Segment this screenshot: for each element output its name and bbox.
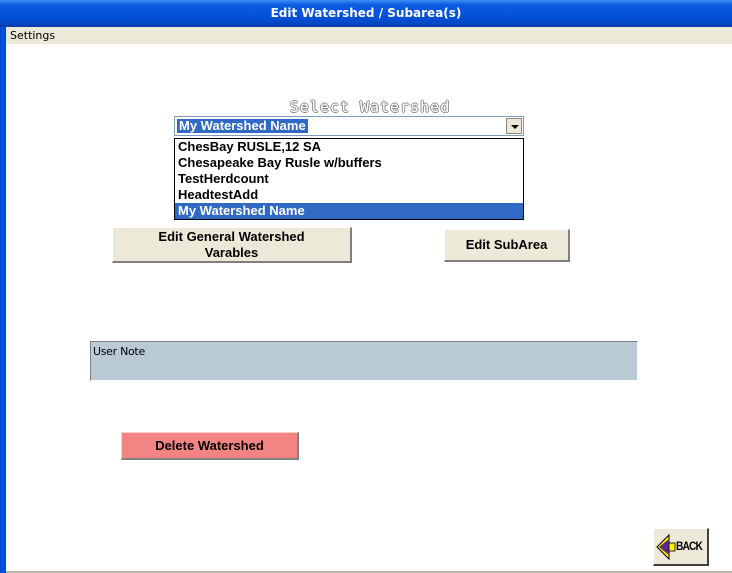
menu-item-settings[interactable]: Settings (10, 27, 55, 44)
dropdown-option[interactable]: Chesapeake Bay Rusle w/buffers (175, 155, 523, 171)
watershed-select-value[interactable]: My Watershed Name (177, 119, 308, 133)
window-left-border (0, 27, 6, 573)
back-button[interactable]: BACK (653, 528, 709, 566)
user-note-label: User Note (93, 345, 145, 358)
dropdown-option[interactable]: ChesBay RUSLE,12 SA (175, 139, 523, 155)
back-arrow-icon (656, 533, 676, 561)
edit-general-watershed-variables-button[interactable]: Edit General Watershed Varables (112, 227, 352, 263)
watershed-dropdown-list: ChesBay RUSLE,12 SA Chesapeake Bay Rusle… (174, 138, 524, 220)
dropdown-option[interactable]: TestHerdcount (175, 171, 523, 187)
dropdown-option-selected[interactable]: My Watershed Name (175, 203, 523, 219)
back-label: BACK (676, 539, 703, 553)
window-title: Edit Watershed / Subarea(s) (0, 0, 732, 27)
watershed-select[interactable]: My Watershed Name (174, 116, 524, 136)
user-note-field[interactable]: User Note (90, 341, 638, 381)
chevron-down-icon[interactable] (506, 118, 522, 134)
select-watershed-label: Select Watershed (289, 98, 451, 116)
delete-watershed-button[interactable]: Delete Watershed (121, 432, 299, 460)
edit-general-label: Edit General Watershed Varables (158, 228, 305, 260)
menu-bar: Settings (6, 27, 732, 44)
edit-subarea-button[interactable]: Edit SubArea (444, 229, 570, 262)
app-window: Edit Watershed / Subarea(s) Settings Sel… (0, 0, 732, 573)
dropdown-option[interactable]: HeadtestAdd (175, 187, 523, 203)
